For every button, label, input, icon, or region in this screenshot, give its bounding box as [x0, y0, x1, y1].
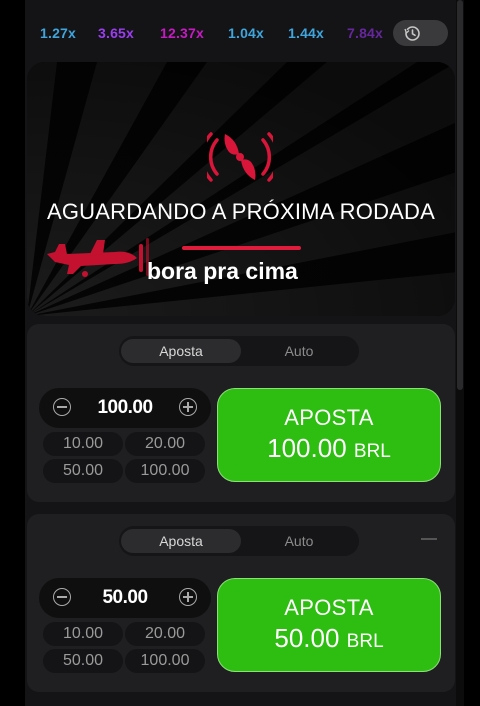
minus-icon[interactable] [53, 588, 71, 606]
tab-auto[interactable]: Auto [239, 339, 359, 363]
place-bet-button[interactable]: APOSTA 50.00 BRL [217, 578, 441, 672]
multiplier-badge[interactable]: 1.27x [40, 25, 76, 41]
scrollbar[interactable] [456, 0, 464, 706]
multiplier-badge[interactable]: 1.04x [228, 25, 264, 41]
quick-amount-button[interactable]: 50.00 [43, 459, 123, 483]
round-status: AGUARDANDO A PRÓXIMA RODADA [46, 199, 436, 224]
bet-button-amount: 100.00 BRL [218, 433, 440, 464]
multiplier-badge[interactable]: 3.65x [98, 25, 134, 41]
history-dropdown-button[interactable] [393, 20, 448, 46]
bet-amount-stepper: 100.00 [39, 388, 211, 428]
quick-amount-button[interactable]: 50.00 [43, 649, 123, 673]
game-stage: AGUARDANDO A PRÓXIMA RODADA bora pra cim… [27, 62, 455, 316]
bet-panel-1: Aposta Auto 100.00 10.00 20.00 50.00 100… [27, 324, 455, 502]
scrollbar-thumb[interactable] [457, 0, 463, 390]
remove-panel-button[interactable] [421, 538, 437, 540]
bet-button-label: APOSTA [284, 595, 374, 620]
tab-aposta[interactable]: Aposta [121, 529, 241, 553]
multiplier-badge[interactable]: 12.37x [160, 25, 204, 41]
quick-amount-button[interactable]: 100.00 [125, 649, 205, 673]
plus-icon[interactable] [179, 588, 197, 606]
bet-amount-stepper: 50.00 [39, 578, 211, 618]
bet-button-label: APOSTA [284, 405, 374, 430]
tab-aposta[interactable]: Aposta [121, 339, 241, 363]
quick-amount-button[interactable]: 20.00 [125, 432, 205, 456]
quick-amount-button[interactable]: 10.00 [43, 432, 123, 456]
bet-amount-value[interactable]: 50.00 [75, 578, 175, 618]
tab-auto[interactable]: Auto [239, 529, 359, 553]
multiplier-badge[interactable]: 1.44x [288, 25, 324, 41]
quick-amount-button[interactable]: 100.00 [125, 459, 205, 483]
bet-mode-tabs: Aposta Auto [119, 336, 359, 366]
minus-icon[interactable] [53, 398, 71, 416]
quick-amount-button[interactable]: 10.00 [43, 622, 123, 646]
currency-label: BRL [353, 441, 391, 462]
propeller-icon [207, 132, 273, 182]
plus-icon[interactable] [179, 398, 197, 416]
bet-button-amount-value: 50.00 [274, 623, 340, 653]
stream-caption: bora pra cima [147, 258, 298, 284]
aviator-game: 1.27x 3.65x 12.37x 1.04x 1.44x 7.84x AGU… [25, 0, 457, 706]
bet-mode-tabs: Aposta Auto [119, 526, 359, 556]
bet-button-amount: 50.00 BRL [218, 623, 440, 654]
bet-amount-value[interactable]: 100.00 [75, 388, 175, 428]
clock-history-icon [404, 26, 420, 41]
countdown-bar [182, 246, 301, 250]
bet-button-amount-value: 100.00 [267, 433, 347, 463]
quick-amount-button[interactable]: 20.00 [125, 622, 205, 646]
bet-panel-2: Aposta Auto 50.00 10.00 20.00 50.00 100.… [27, 514, 455, 692]
multiplier-badge[interactable]: 7.84x [347, 25, 383, 41]
currency-label: BRL [346, 631, 384, 652]
place-bet-button[interactable]: APOSTA 100.00 BRL [217, 388, 441, 482]
multiplier-history: 1.27x 3.65x 12.37x 1.04x 1.44x 7.84x [25, 0, 457, 62]
